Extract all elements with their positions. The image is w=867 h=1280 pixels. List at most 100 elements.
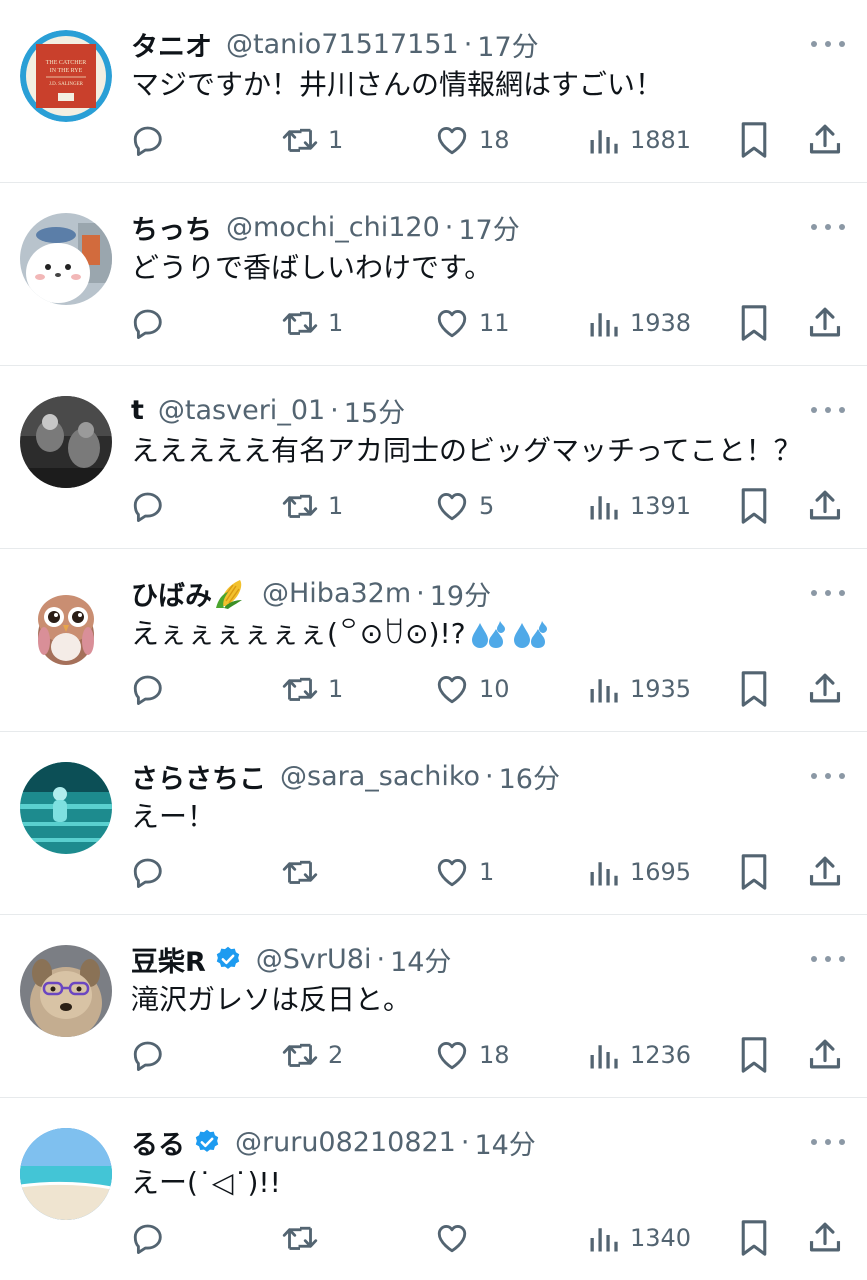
- bookmark-button[interactable]: [738, 1033, 770, 1077]
- retweet-count: 1: [328, 492, 344, 520]
- views-button[interactable]: 1938: [586, 301, 691, 345]
- avatar[interactable]: [20, 1128, 112, 1220]
- views-button[interactable]: 1935: [586, 667, 691, 711]
- reply-button[interactable]: [130, 301, 174, 345]
- display-name[interactable]: t: [131, 395, 144, 426]
- retweet-button[interactable]: 1: [280, 301, 343, 345]
- post-text-content: どうりで香ばしいわけです。: [131, 251, 493, 284]
- display-name[interactable]: るる: [131, 1123, 185, 1162]
- reply-button[interactable]: [130, 118, 174, 162]
- share-button[interactable]: [806, 850, 844, 894]
- reply-button[interactable]: [130, 484, 174, 528]
- reply-post[interactable]: ちっち @mochi_chi120 · 17分 どうりで香ばしいわけです。 1 …: [0, 183, 867, 366]
- retweet-button[interactable]: 2: [280, 1033, 343, 1077]
- reply-feed: THE CATCHER IN THE RYE J.D. SALINGER タニオ @…: [0, 0, 867, 1280]
- reply-post[interactable]: THE CATCHER IN THE RYE J.D. SALINGER タニオ @…: [0, 0, 867, 183]
- retweet-button[interactable]: [280, 850, 328, 894]
- more-dots-icon[interactable]: [811, 585, 845, 601]
- like-button[interactable]: 10: [433, 667, 510, 711]
- bookmark-button[interactable]: [738, 850, 770, 894]
- share-button[interactable]: [806, 1033, 844, 1077]
- views-button[interactable]: 1881: [586, 118, 691, 162]
- bar-chart-icon: [586, 488, 622, 524]
- retweet-arrows-icon: [280, 488, 320, 524]
- retweet-button[interactable]: 1: [280, 667, 343, 711]
- post-time[interactable]: 16分: [499, 757, 560, 796]
- bookmark-button[interactable]: [738, 118, 770, 162]
- user-handle[interactable]: @mochi_chi120: [226, 212, 440, 243]
- avatar[interactable]: [20, 945, 112, 1037]
- reply-post[interactable]: さらさちこ @sara_sachiko · 16分 えー！ 1 1695: [0, 732, 867, 915]
- display-name[interactable]: タニオ: [131, 25, 212, 64]
- like-button[interactable]: 5: [433, 484, 494, 528]
- like-button[interactable]: 11: [433, 301, 510, 345]
- share-button[interactable]: [806, 484, 844, 528]
- like-button[interactable]: [433, 1216, 479, 1260]
- user-handle[interactable]: @SvrU8i: [256, 944, 372, 975]
- views-button[interactable]: 1391: [586, 484, 691, 528]
- post-text: えええええ有名アカ同士のビッグマッチってこと！？: [131, 432, 802, 470]
- share-button[interactable]: [806, 118, 844, 162]
- views-button[interactable]: 1340: [586, 1216, 691, 1260]
- reply-post[interactable]: ひばみ @Hiba32m · 19分 えぇぇぇぇぇぇ(꒪⊙ꇴ⊙)!? 1 10: [0, 549, 867, 732]
- more-dots-icon[interactable]: [811, 36, 845, 52]
- svg-text:THE CATCHER: THE CATCHER: [46, 60, 87, 66]
- like-button[interactable]: 1: [433, 850, 494, 894]
- share-upload-icon: [806, 1219, 844, 1257]
- reply-post[interactable]: t @tasveri_01 · 15分 えええええ有名アカ同士のビッグマッチって…: [0, 366, 867, 549]
- post-time[interactable]: 17分: [477, 25, 538, 64]
- more-dots-icon[interactable]: [811, 219, 845, 235]
- bookmark-icon: [738, 1035, 770, 1075]
- reply-button[interactable]: [130, 850, 174, 894]
- display-name[interactable]: さらさちこ: [131, 757, 266, 796]
- more-dots-icon[interactable]: [811, 768, 845, 784]
- retweet-button[interactable]: 1: [280, 118, 343, 162]
- reply-button[interactable]: [130, 667, 174, 711]
- post-time[interactable]: 14分: [474, 1123, 535, 1162]
- post-time[interactable]: 17分: [458, 208, 519, 247]
- separator-dot: ·: [330, 394, 339, 426]
- bar-chart-icon: [586, 1220, 622, 1256]
- more-dots-icon[interactable]: [811, 1134, 845, 1150]
- user-handle[interactable]: @ruru08210821: [235, 1127, 456, 1158]
- user-handle[interactable]: @tasveri_01: [158, 395, 325, 426]
- post-header: t @tasveri_01 · 15分: [131, 391, 405, 430]
- more-dots-icon[interactable]: [811, 402, 845, 418]
- bookmark-button[interactable]: [738, 1216, 770, 1260]
- avatar[interactable]: [20, 579, 112, 671]
- avatar[interactable]: THE CATCHER IN THE RYE J.D. SALINGER: [20, 30, 112, 122]
- avatar[interactable]: [20, 762, 112, 854]
- post-header: ひばみ @Hiba32m · 19分: [131, 574, 491, 613]
- like-button[interactable]: 18: [433, 1033, 510, 1077]
- svg-text:IN THE RYE: IN THE RYE: [50, 68, 83, 74]
- retweet-button[interactable]: [280, 1216, 328, 1260]
- reply-button[interactable]: [130, 1033, 174, 1077]
- display-name[interactable]: 豆柴R: [131, 940, 206, 979]
- bookmark-icon: [738, 852, 770, 892]
- display-name[interactable]: ひばみ: [131, 574, 212, 613]
- post-time[interactable]: 14分: [390, 940, 451, 979]
- user-handle[interactable]: @tanio71517151: [226, 29, 459, 60]
- bookmark-button[interactable]: [738, 484, 770, 528]
- retweet-button[interactable]: 1: [280, 484, 343, 528]
- like-count: 5: [479, 492, 495, 520]
- bookmark-button[interactable]: [738, 667, 770, 711]
- display-name[interactable]: ちっち: [131, 208, 212, 247]
- post-time[interactable]: 15分: [344, 391, 405, 430]
- bookmark-button[interactable]: [738, 301, 770, 345]
- share-button[interactable]: [806, 1216, 844, 1260]
- post-time[interactable]: 19分: [430, 574, 491, 613]
- reply-button[interactable]: [130, 1216, 174, 1260]
- share-button[interactable]: [806, 301, 844, 345]
- reply-post[interactable]: るる @ruru08210821 · 14分 えー(˙◁˙)!! 1340: [0, 1098, 867, 1280]
- views-button[interactable]: 1695: [586, 850, 691, 894]
- more-dots-icon[interactable]: [811, 951, 845, 967]
- avatar[interactable]: [20, 396, 112, 488]
- like-button[interactable]: 18: [433, 118, 510, 162]
- reply-post[interactable]: 豆柴R @SvrU8i · 14分 滝沢ガレソは反日と。 2 18 1236: [0, 915, 867, 1098]
- avatar[interactable]: [20, 213, 112, 305]
- views-button[interactable]: 1236: [586, 1033, 691, 1077]
- user-handle[interactable]: @Hiba32m: [262, 578, 411, 609]
- share-button[interactable]: [806, 667, 844, 711]
- user-handle[interactable]: @sara_sachiko: [280, 761, 480, 792]
